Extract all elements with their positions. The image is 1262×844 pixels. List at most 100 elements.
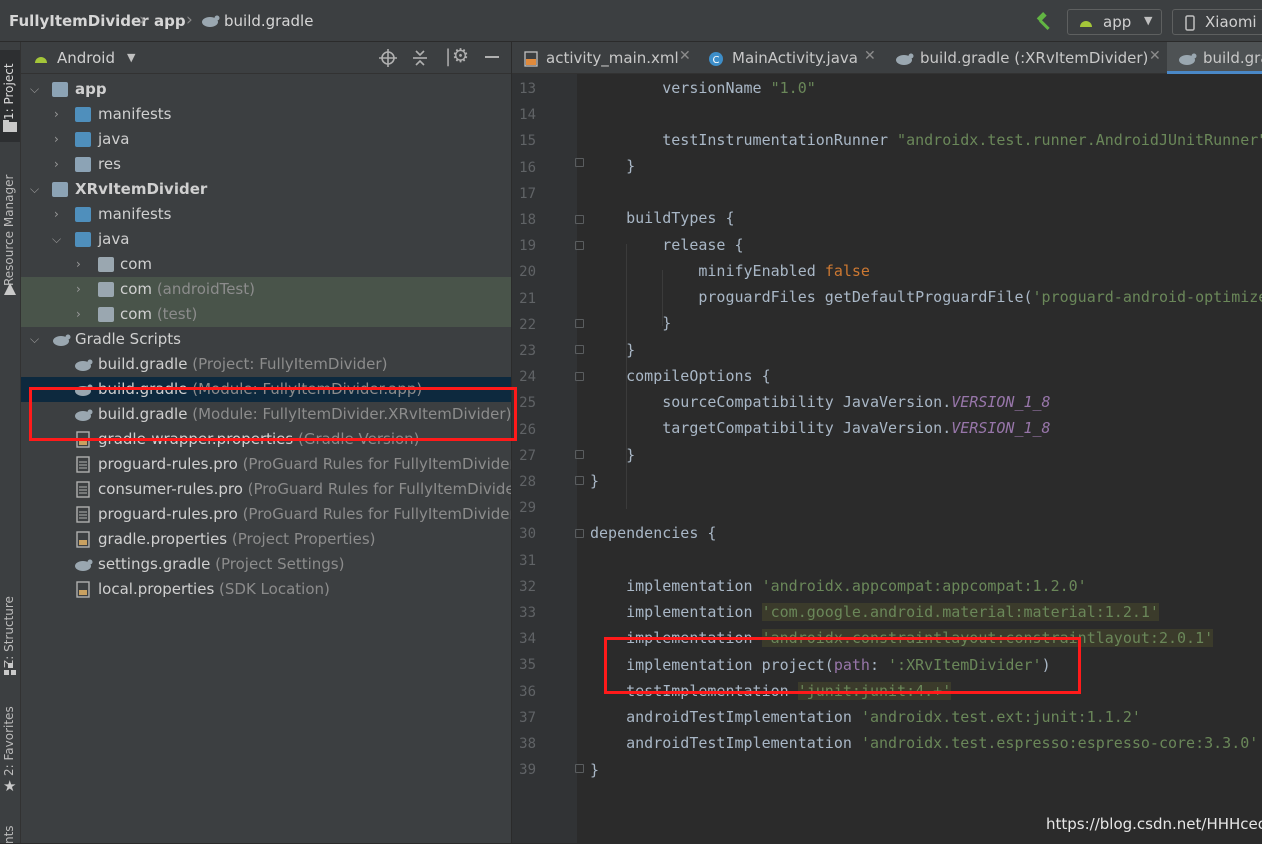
- collapse-all-icon[interactable]: [411, 49, 429, 67]
- code-line-39: }: [590, 761, 600, 779]
- package-icon: [98, 307, 114, 322]
- highlight-box-tree: [29, 387, 517, 441]
- folder-icon: [3, 120, 17, 132]
- tree-item-package-com-test[interactable]: › com (test): [21, 302, 511, 327]
- fold-marker[interactable]: [575, 319, 584, 328]
- tree-item-proguard-rules-lib[interactable]: proguard-rules.pro (ProGuard Rules for F…: [21, 502, 519, 527]
- line-number: 19: [519, 238, 536, 255]
- code-line-23: }: [590, 341, 636, 359]
- gradle-icon: [75, 359, 93, 371]
- project-panel: Android ▼ | ⚙ ⌵ app › manifests › java ›…: [21, 42, 521, 843]
- chevron-right-icon[interactable]: ›: [54, 127, 59, 152]
- tree-item-label: manifests: [98, 105, 172, 123]
- tree-item-proguard-rules-app[interactable]: proguard-rules.pro (ProGuard Rules for F…: [21, 452, 519, 477]
- tree-item-gradle-scripts[interactable]: ⌵ Gradle Scripts: [21, 327, 511, 352]
- tab-label: activity_main.xml: [546, 49, 679, 67]
- run-config-select[interactable]: app ▼: [1067, 9, 1162, 35]
- gear-icon[interactable]: ⚙: [452, 45, 469, 67]
- tree-item-manifests[interactable]: › manifests: [21, 102, 511, 127]
- folder-icon: [75, 207, 91, 222]
- text-file-icon: [76, 481, 90, 498]
- code-line-22: }: [590, 314, 672, 332]
- tab-resource-manager[interactable]: Resource Manager: [2, 158, 16, 286]
- chevron-down-icon[interactable]: ⌵: [30, 177, 39, 202]
- tree-item-build-gradle-project[interactable]: build.gradle (Project: FullyItemDivider): [21, 352, 511, 377]
- tab-build-gradle-xrvitemdivider[interactable]: build.gradle (:XRvItemDivider) ✕: [889, 42, 1167, 74]
- minimize-icon[interactable]: [485, 56, 499, 58]
- tree-item-package-com[interactable]: › com: [21, 252, 511, 277]
- fold-marker[interactable]: [575, 450, 584, 459]
- chevron-right-icon[interactable]: ›: [54, 202, 59, 227]
- chevron-right-icon[interactable]: ›: [76, 302, 81, 327]
- view-mode-label[interactable]: Android: [57, 49, 115, 67]
- breadcrumb-file[interactable]: build.gradle: [224, 12, 313, 30]
- breadcrumb-module[interactable]: app: [154, 12, 186, 30]
- line-number: 13: [519, 81, 536, 97]
- fold-marker[interactable]: [575, 372, 584, 381]
- tree-item-gradle-properties[interactable]: gradle.properties (Project Properties): [21, 527, 511, 552]
- code-line-37: androidTestImplementation 'androidx.test…: [590, 708, 1141, 726]
- device-select[interactable]: Xiaomi: [1172, 9, 1262, 35]
- tree-item-consumer-rules[interactable]: consumer-rules.pro (ProGuard Rules for F…: [21, 477, 521, 502]
- close-icon[interactable]: ✕: [1149, 48, 1161, 64]
- tab-favorites[interactable]: 2: Favorites: [2, 704, 16, 776]
- tab-bottom[interactable]: nts: [2, 820, 16, 844]
- hammer-build-icon[interactable]: [1034, 12, 1054, 32]
- structure-icon: [4, 663, 16, 675]
- tree-item-app[interactable]: ⌵ app: [21, 77, 511, 102]
- tab-project[interactable]: 1: Project: [2, 52, 16, 120]
- chevron-down-icon[interactable]: ⌵: [52, 227, 61, 252]
- line-number: 29: [519, 500, 536, 517]
- code-line-21: proguardFiles getDefaultProguardFile('pr…: [590, 288, 1262, 306]
- fold-marker[interactable]: [575, 215, 584, 224]
- tree-item-java[interactable]: › java: [21, 127, 511, 152]
- tree-item-label: proguard-rules.pro (ProGuard Rules for F…: [98, 455, 520, 473]
- close-icon[interactable]: ✕: [679, 48, 691, 64]
- chevron-right-icon[interactable]: ›: [76, 277, 81, 302]
- tree-item-xrvitemdivider[interactable]: ⌵ XRvItemDivider: [21, 177, 511, 202]
- code-line-19: release {: [590, 236, 744, 254]
- properties-file-icon: [76, 581, 90, 598]
- fold-marker[interactable]: [575, 158, 584, 167]
- line-number: 39: [519, 762, 536, 779]
- chevron-right-icon[interactable]: ›: [54, 152, 59, 177]
- chevron-down-icon[interactable]: ▼: [127, 51, 135, 64]
- gradle-icon: [896, 53, 914, 65]
- tree-item-label: app: [75, 80, 107, 98]
- package-icon: [98, 257, 114, 272]
- fold-marker[interactable]: [575, 764, 584, 773]
- chevron-right-icon[interactable]: ›: [76, 252, 81, 277]
- tab-structure[interactable]: Z: Structure: [2, 584, 16, 668]
- fold-marker[interactable]: [575, 345, 584, 354]
- tree-item-settings-gradle[interactable]: settings.gradle (Project Settings): [21, 552, 511, 577]
- code-line-26: targetCompatibility JavaVersion.VERSION_…: [590, 419, 1051, 437]
- tree-item-label: settings.gradle (Project Settings): [98, 555, 345, 573]
- line-number: 23: [519, 343, 536, 359]
- fold-marker[interactable]: [575, 241, 584, 250]
- chevron-down-icon[interactable]: ⌵: [30, 327, 39, 352]
- chevron-right-icon[interactable]: ›: [54, 102, 59, 127]
- folder-icon: [75, 132, 91, 147]
- chevron-down-icon[interactable]: ⌵: [30, 77, 39, 102]
- fold-marker[interactable]: [575, 529, 584, 538]
- tree-item-local-properties[interactable]: local.properties (SDK Location): [21, 577, 511, 602]
- locate-icon[interactable]: [379, 49, 397, 67]
- fold-marker[interactable]: [575, 476, 584, 485]
- line-number: 14: [519, 107, 536, 124]
- tree-item-res[interactable]: › res: [21, 152, 511, 177]
- code-editor[interactable]: 13 14 15 16 17 18 19 20 21 22 23 24 25 26 27 28 29 30 31 32…: [512, 74, 1262, 843]
- tree-item-package-com-androidtest[interactable]: › com (androidTest): [21, 277, 511, 302]
- navigation-bar: FullyItemDivider › app › build.gradle ap…: [0, 0, 1262, 42]
- star-icon: ★: [3, 777, 17, 795]
- breadcrumb-project[interactable]: FullyItemDivider: [9, 12, 149, 30]
- tab-mainactivity-java[interactable]: C MainActivity.java ✕: [704, 42, 889, 74]
- folder-icon: [75, 107, 91, 122]
- tree-item-manifests[interactable]: › manifests: [21, 202, 511, 227]
- tab-build-gradle-app[interactable]: build.gra: [1167, 42, 1262, 74]
- line-number: 22: [519, 316, 536, 333]
- close-icon[interactable]: ✕: [864, 48, 876, 64]
- tree-item-label: java: [98, 130, 130, 148]
- tree-item-java[interactable]: ⌵ java: [21, 227, 511, 252]
- tab-activity-main-xml[interactable]: activity_main.xml ✕: [512, 42, 704, 74]
- tree-item-label: Gradle Scripts: [75, 330, 181, 348]
